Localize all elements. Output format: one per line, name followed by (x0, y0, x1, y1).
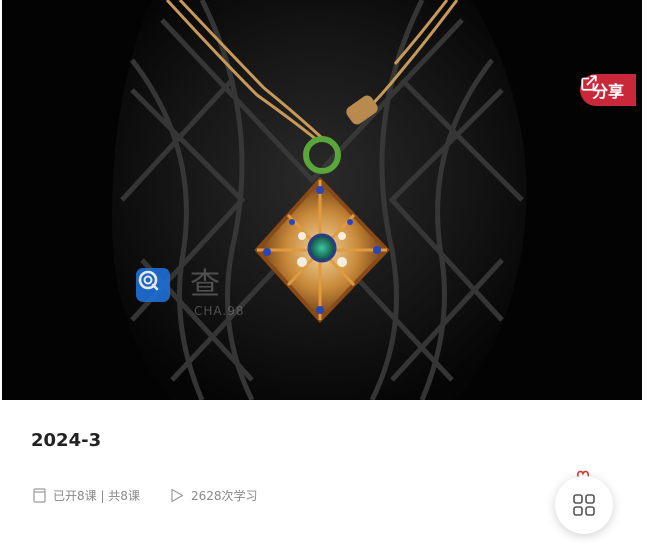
menu-grid-button[interactable] (555, 476, 613, 534)
document-icon (33, 488, 46, 503)
share-button[interactable]: 分享 (579, 74, 636, 106)
grid-icon (573, 494, 595, 516)
watermark-subtext: CHA.98 (194, 304, 245, 318)
course-title: 2024-3 (31, 430, 102, 451)
course-page: 分享 查 CHA.98 2024-3 已开8课 | 共8课 2628次学习 (0, 0, 648, 550)
lessons-text: 已开8课 | 共8课 (53, 489, 140, 503)
watermark-logo-icon (136, 268, 170, 302)
necklace-photo (2, 0, 642, 400)
play-icon (171, 488, 184, 503)
course-cover-image: 分享 查 CHA.98 (2, 0, 642, 400)
external-link-icon (581, 75, 597, 91)
views-text: 2628次学习 (190, 489, 258, 503)
course-meta: 已开8课 | 共8课 2628次学习 (33, 487, 258, 504)
watermark: 查 CHA.98 (136, 267, 243, 318)
watermark-text: 查 (190, 267, 224, 302)
views-info: 2628次学习 (170, 487, 258, 504)
lessons-info: 已开8课 | 共8课 (33, 487, 140, 504)
